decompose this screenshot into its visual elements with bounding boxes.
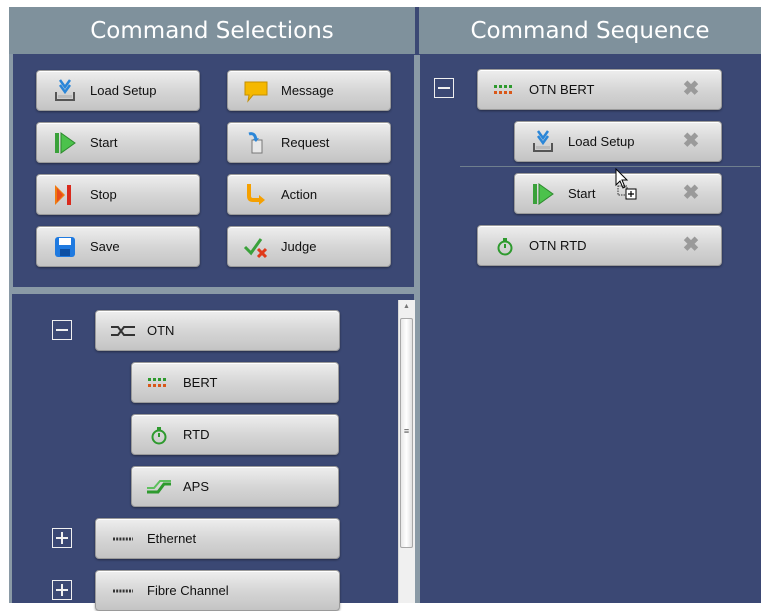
bert-icon — [146, 373, 172, 393]
tree-item-ethernet-label: Ethernet — [147, 531, 197, 546]
sequence-item-load-setup-label: Load Setup — [568, 134, 635, 149]
stopwatch-icon — [492, 236, 518, 256]
tree-item-ethernet[interactable]: Ethernet — [95, 518, 340, 559]
load-setup-button[interactable]: Load Setup — [36, 70, 200, 111]
action-label: Action — [281, 187, 318, 202]
command-sequence-header: Command Sequence — [419, 7, 761, 54]
stop-label: Stop — [90, 187, 117, 202]
otn-icon — [110, 321, 136, 341]
sequence-item-otn-rtd-label: OTN RTD — [529, 238, 587, 253]
otn-collapse-toggle[interactable] — [52, 320, 72, 340]
save-label: Save — [90, 239, 120, 254]
tree-item-fibre-channel[interactable]: Fibre Channel — [95, 570, 340, 611]
start-icon — [529, 180, 557, 208]
ethernet-expand-toggle[interactable] — [52, 528, 72, 548]
request-button[interactable]: Request — [227, 122, 391, 163]
remove-icon[interactable]: ✖ — [681, 79, 701, 99]
drop-indicator-line — [460, 166, 760, 167]
grip-icon: ≡ — [403, 426, 410, 436]
scroll-up-arrow-icon[interactable]: ▲ — [401, 303, 412, 313]
bert-icon — [492, 80, 518, 100]
tree-item-otn[interactable]: OTN — [95, 310, 340, 351]
tree-item-bert-label: BERT — [183, 375, 218, 390]
remove-icon[interactable]: ✖ — [681, 183, 701, 203]
remove-icon[interactable]: ✖ — [681, 131, 701, 151]
start-button[interactable]: Start — [36, 122, 200, 163]
drag-copy-cursor-icon — [615, 167, 641, 205]
tree-item-fibre-channel-label: Fibre Channel — [147, 583, 229, 598]
message-icon — [242, 77, 270, 105]
start-icon — [51, 129, 79, 157]
save-button[interactable]: Save — [36, 226, 200, 267]
stop-icon — [51, 181, 79, 209]
request-label: Request — [281, 135, 330, 150]
load-setup-icon — [529, 128, 557, 156]
tree-item-otn-label: OTN — [147, 323, 175, 338]
stopwatch-icon — [146, 425, 172, 445]
tree-item-rtd-label: RTD — [183, 427, 210, 442]
panel-border — [9, 54, 13, 287]
remove-icon[interactable]: ✖ — [681, 235, 701, 255]
save-icon — [51, 233, 79, 261]
tree-item-aps-label: APS — [183, 479, 210, 494]
sequence-item-otn-bert-label: OTN BERT — [529, 82, 595, 97]
message-button[interactable]: Message — [227, 70, 391, 111]
message-label: Message — [281, 83, 334, 98]
sequence-collapse-toggle[interactable] — [434, 78, 454, 98]
sequence-item-load-setup[interactable]: Load Setup ✖ — [514, 121, 722, 162]
load-setup-icon — [51, 77, 79, 105]
aps-icon — [146, 477, 172, 497]
horizontal-splitter[interactable] — [9, 287, 414, 294]
panel-border — [9, 294, 12, 603]
fibre-channel-expand-toggle[interactable] — [52, 580, 72, 600]
sequence-item-start-label: Start — [568, 186, 596, 201]
judge-label: Judge — [281, 239, 317, 254]
sequence-item-otn-bert[interactable]: OTN BERT ✖ — [477, 69, 722, 110]
fibre-channel-icon — [110, 581, 136, 601]
sequence-item-otn-rtd[interactable]: OTN RTD ✖ — [477, 225, 722, 266]
start-label: Start — [90, 135, 118, 150]
tree-item-rtd[interactable]: RTD — [131, 414, 339, 455]
request-icon — [242, 129, 270, 157]
judge-button[interactable]: Judge — [227, 226, 391, 267]
tree-item-bert[interactable]: BERT — [131, 362, 339, 403]
action-button[interactable]: Action — [227, 174, 391, 215]
command-selections-header: Command Selections — [9, 7, 415, 54]
judge-icon — [242, 233, 270, 261]
stop-button[interactable]: Stop — [36, 174, 200, 215]
ethernet-icon — [110, 529, 136, 549]
action-icon — [242, 181, 270, 209]
load-setup-label: Load Setup — [90, 83, 157, 98]
tree-item-aps[interactable]: APS — [131, 466, 339, 507]
